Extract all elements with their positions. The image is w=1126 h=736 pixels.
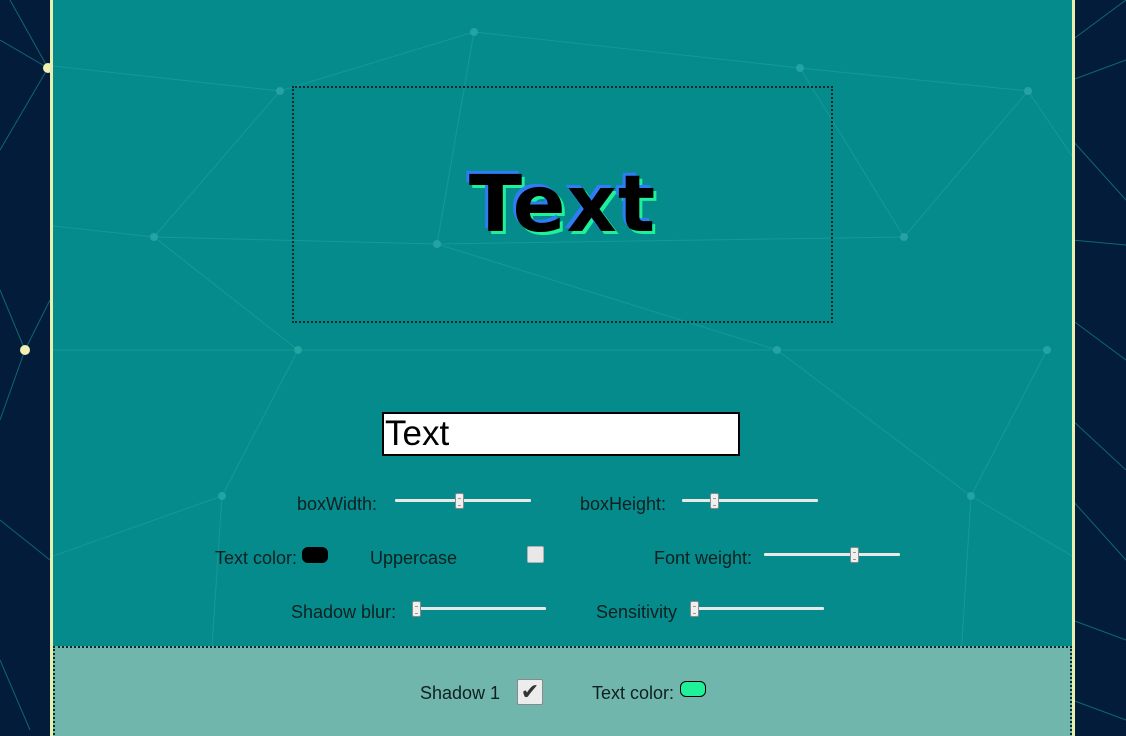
- font-weight-slider[interactable]: [764, 547, 900, 563]
- checkmark-icon: ✔: [520, 679, 540, 705]
- main-panel: Text boxWidth: boxHeight: Text color: Up…: [50, 0, 1075, 736]
- shadow1-label: Shadow 1: [420, 683, 501, 703]
- sensitivity-slider[interactable]: [690, 601, 824, 617]
- shadow1-text-color-swatch[interactable]: [680, 681, 706, 697]
- uppercase-label: Uppercase: [370, 548, 458, 568]
- text-color-label: Text color:: [215, 548, 298, 568]
- font-weight-slider-thumb[interactable]: [850, 547, 860, 563]
- box-width-label: boxWidth:: [297, 494, 378, 514]
- box-width-slider-thumb[interactable]: [454, 493, 464, 509]
- text-input[interactable]: [382, 412, 740, 456]
- box-width-slider[interactable]: [395, 493, 531, 509]
- shadow1-text-color-label: Text color:: [592, 683, 675, 703]
- box-height-label: boxHeight:: [580, 494, 667, 514]
- uppercase-checkbox[interactable]: [527, 546, 544, 563]
- shadow-blur-label: Shadow blur:: [291, 602, 397, 622]
- shadow-blur-slider[interactable]: [412, 601, 546, 617]
- box-height-slider-thumb[interactable]: [709, 493, 719, 509]
- shadow-settings-section: Shadow 1 ✔ Text color:: [53, 646, 1072, 736]
- text-color-swatch[interactable]: [302, 547, 328, 563]
- preview-text: Text: [468, 159, 657, 250]
- sensitivity-label: Sensitivity: [596, 602, 678, 622]
- font-weight-label: Font weight:: [654, 548, 753, 568]
- sensitivity-slider-thumb[interactable]: [690, 601, 699, 617]
- shadow-blur-slider-thumb[interactable]: [412, 601, 421, 617]
- text-preview-box: Text: [292, 86, 833, 323]
- box-height-slider[interactable]: [682, 493, 818, 509]
- shadow1-checkbox[interactable]: ✔: [517, 679, 543, 705]
